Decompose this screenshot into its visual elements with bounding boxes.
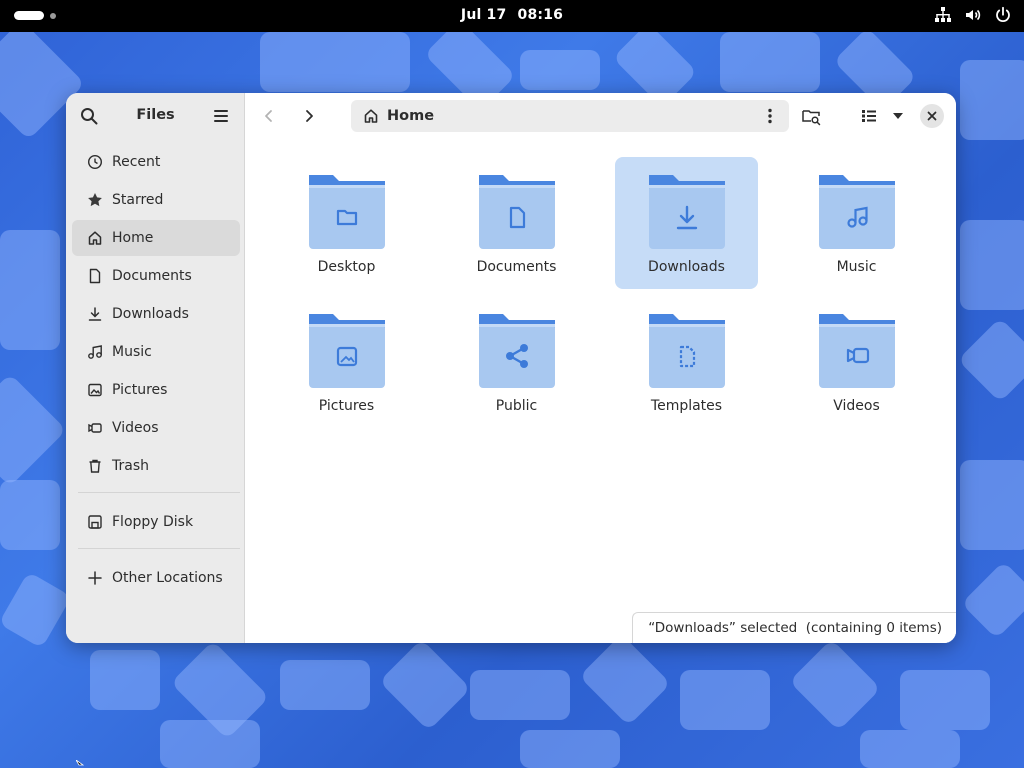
power-icon (996, 6, 1010, 22)
location-bar[interactable]: Home (351, 100, 789, 132)
sidebar-places-list: Recent Starred Home Documents Downloads … (72, 144, 240, 598)
sidebar-item-other-locations[interactable]: Other Locations (72, 560, 240, 596)
folder-icon (818, 314, 895, 388)
sidebar-item-label: Starred (112, 192, 164, 208)
sidebar-divider (78, 548, 240, 549)
sidebar-item-label: Other Locations (112, 570, 223, 586)
folder-icon (478, 175, 555, 249)
folder-icon (308, 175, 385, 249)
folder-item-public[interactable]: Public (445, 296, 588, 428)
sidebar-item-floppy-disk[interactable]: Floppy Disk (72, 504, 240, 540)
home-icon (364, 109, 378, 123)
folder-item-videos[interactable]: Videos (785, 296, 928, 428)
sidebar-item-label: Recent (112, 154, 161, 170)
folder-icon (818, 175, 895, 249)
top-bar: Jul 17 08:16 (0, 0, 1024, 32)
trash-icon (89, 459, 101, 473)
list-view-icon (862, 110, 876, 122)
sidebar-item-label: Downloads (112, 306, 189, 322)
caret-down-icon (893, 113, 903, 119)
folder-icon (308, 314, 385, 388)
sidebar-header: Files (66, 93, 244, 139)
folder-label: Downloads (648, 259, 725, 275)
files-window: Files Recent Starred Home Documents Down… (66, 93, 956, 643)
folder-label: Pictures (318, 398, 375, 414)
sidebar-item-recent[interactable]: Recent (72, 144, 240, 180)
system-tray[interactable] (934, 6, 1012, 24)
folder-item-music[interactable]: Music (785, 157, 928, 289)
volume-icon (966, 9, 981, 21)
sidebar-item-downloads[interactable]: Downloads (72, 296, 240, 332)
sidebar-item-label: Pictures (112, 382, 168, 398)
list-view-button[interactable] (858, 105, 880, 127)
folder-label: Documents (476, 259, 557, 275)
sidebar-item-label: Music (112, 344, 152, 360)
kebab-menu-icon[interactable] (761, 107, 779, 125)
close-button[interactable] (920, 104, 944, 128)
video-icon (88, 423, 102, 433)
network-icon (935, 7, 951, 22)
status-text: “Downloads” selected (containing 0 items… (648, 620, 942, 636)
folder-item-documents[interactable]: Documents (445, 157, 588, 289)
folder-label: Desktop (317, 259, 376, 275)
sidebar-item-label: Videos (112, 420, 159, 436)
chevron-left-icon (265, 110, 272, 122)
folder-icon (648, 314, 725, 388)
chevron-right-icon (306, 110, 313, 122)
folder-item-desktop[interactable]: Desktop (275, 157, 418, 289)
music-icon (88, 345, 102, 359)
location-label: Home (387, 108, 435, 124)
folder-item-templates[interactable]: Templates (615, 296, 758, 428)
star-icon (88, 193, 102, 207)
header-bar: Home (246, 93, 956, 139)
folder-item-pictures[interactable]: Pictures (275, 296, 418, 428)
sidebar-item-documents[interactable]: Documents (72, 258, 240, 294)
picture-icon (88, 383, 102, 397)
sidebar-item-label: Documents (112, 268, 192, 284)
document-icon (89, 268, 101, 284)
sidebar-item-home[interactable]: Home (72, 220, 240, 256)
sidebar-item-label: Floppy Disk (112, 514, 194, 530)
floppy-icon (88, 515, 102, 529)
sidebar-divider (78, 492, 240, 493)
view-options-dropdown[interactable] (887, 105, 909, 127)
home-icon (88, 231, 102, 245)
sidebar-item-music[interactable]: Music (72, 334, 240, 370)
sidebar-item-pictures[interactable]: Pictures (72, 372, 240, 408)
folder-label: Public (495, 398, 538, 414)
folder-label: Music (836, 259, 877, 275)
sidebar-item-trash[interactable]: Trash (72, 448, 240, 484)
clock-date: Jul 17 (460, 7, 507, 23)
sidebar-item-videos[interactable]: Videos (72, 410, 240, 446)
sidebar-item-label: Home (112, 230, 154, 246)
folder-icon (648, 175, 725, 249)
sidebar-item-starred[interactable]: Starred (72, 182, 240, 218)
close-icon (927, 111, 937, 121)
mouse-cursor-icon (76, 760, 84, 766)
folder-item-downloads[interactable]: Downloads (615, 157, 758, 289)
sidebar-item-label: Trash (112, 458, 149, 474)
plus-icon (88, 571, 102, 585)
folder-label: Templates (650, 398, 723, 414)
hamburger-menu-icon[interactable] (211, 106, 231, 126)
clock-icon (87, 154, 103, 170)
folder-search-icon (802, 110, 821, 126)
folder-label: Videos (833, 398, 880, 414)
status-bar: “Downloads” selected (containing 0 items… (632, 612, 956, 643)
download-icon (88, 307, 102, 321)
back-button[interactable] (258, 105, 280, 127)
main-content: Home Desktop Documents Downloads Music P… (246, 93, 956, 643)
clock-time: 08:16 (517, 7, 564, 23)
clock[interactable]: Jul 17 08:16 (0, 7, 1024, 23)
search-folder-button[interactable] (800, 105, 822, 127)
folder-icon (478, 314, 555, 388)
sidebar: Files Recent Starred Home Documents Down… (66, 93, 245, 643)
forward-button[interactable] (298, 105, 320, 127)
